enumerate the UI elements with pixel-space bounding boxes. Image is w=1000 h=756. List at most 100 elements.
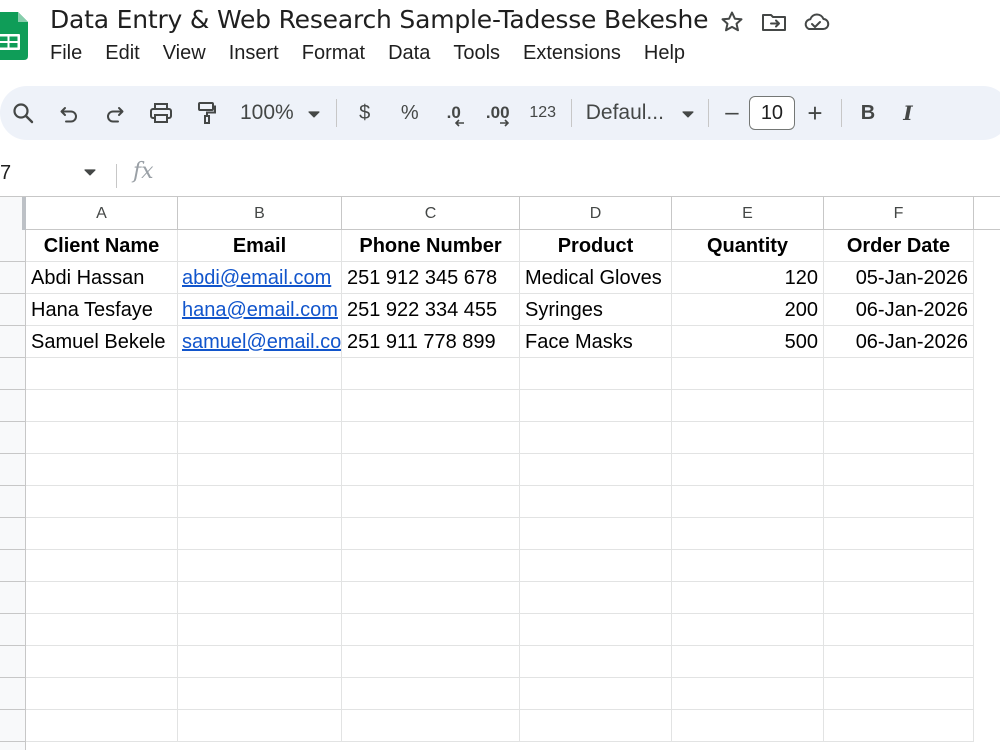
chevron-down-icon[interactable] bbox=[84, 164, 96, 182]
cell-client-name[interactable]: Hana Tesfaye bbox=[26, 294, 178, 326]
column-header-d[interactable]: D bbox=[520, 197, 672, 231]
empty-cell[interactable] bbox=[520, 582, 672, 614]
empty-cell[interactable] bbox=[824, 710, 974, 742]
row-header[interactable] bbox=[0, 230, 26, 262]
empty-cell[interactable] bbox=[824, 486, 974, 518]
empty-cell[interactable] bbox=[824, 614, 974, 646]
empty-cell[interactable] bbox=[824, 646, 974, 678]
empty-cell[interactable] bbox=[26, 390, 178, 422]
empty-cell[interactable] bbox=[342, 422, 520, 454]
empty-cell[interactable] bbox=[520, 422, 672, 454]
empty-cell[interactable] bbox=[178, 614, 342, 646]
column-header-f[interactable]: F bbox=[824, 197, 974, 231]
menu-view[interactable]: View bbox=[163, 40, 218, 67]
cell-order-date[interactable]: 05-Jan-2026 bbox=[824, 262, 974, 294]
italic-button[interactable]: I bbox=[888, 93, 928, 133]
empty-cell[interactable] bbox=[520, 390, 672, 422]
column-header-c[interactable]: C bbox=[342, 197, 520, 231]
column-header-a[interactable]: A bbox=[26, 197, 178, 231]
search-menus-icon[interactable] bbox=[0, 93, 46, 133]
header-cell-email[interactable]: Email bbox=[178, 230, 342, 262]
empty-cell[interactable] bbox=[342, 614, 520, 646]
empty-cell[interactable] bbox=[178, 358, 342, 390]
decrease-font-size-button[interactable]: – bbox=[715, 93, 749, 133]
format-currency-button[interactable]: $ bbox=[343, 93, 387, 133]
empty-cell[interactable] bbox=[26, 518, 178, 550]
select-all-corner[interactable] bbox=[0, 197, 26, 231]
empty-cell[interactable] bbox=[178, 550, 342, 582]
empty-cell[interactable] bbox=[26, 710, 178, 742]
move-to-folder-icon[interactable] bbox=[760, 8, 788, 36]
cell-quantity[interactable]: 200 bbox=[672, 294, 824, 326]
row-header[interactable] bbox=[0, 358, 26, 390]
zoom-select[interactable]: 100% bbox=[236, 93, 324, 133]
row-header[interactable] bbox=[0, 486, 26, 518]
menu-help[interactable]: Help bbox=[644, 40, 697, 67]
menu-format[interactable]: Format bbox=[302, 40, 377, 67]
row-header[interactable] bbox=[0, 294, 26, 326]
row-header[interactable] bbox=[0, 326, 26, 358]
empty-cell[interactable] bbox=[824, 518, 974, 550]
increase-font-size-button[interactable]: + bbox=[795, 93, 835, 133]
empty-cell[interactable] bbox=[342, 550, 520, 582]
empty-cell[interactable] bbox=[178, 518, 342, 550]
increase-decimal-button[interactable]: .00 bbox=[475, 93, 521, 133]
cell-product[interactable]: Face Masks bbox=[520, 326, 672, 358]
sheets-logo-icon[interactable] bbox=[0, 12, 28, 60]
row-header[interactable] bbox=[0, 454, 26, 486]
empty-cell[interactable] bbox=[178, 422, 342, 454]
header-cell-phone-number[interactable]: Phone Number bbox=[342, 230, 520, 262]
menu-tools[interactable]: Tools bbox=[453, 40, 512, 67]
cell-client-name[interactable]: Samuel Bekele bbox=[26, 326, 178, 358]
cell-email-link[interactable]: samuel@email.co bbox=[178, 326, 342, 358]
cloud-saved-icon[interactable] bbox=[802, 8, 830, 36]
cell-phone-number[interactable]: 251 911 778 899 bbox=[342, 326, 520, 358]
cell-quantity[interactable]: 120 bbox=[672, 262, 824, 294]
empty-cell[interactable] bbox=[672, 454, 824, 486]
cell-order-date[interactable]: 06-Jan-2026 bbox=[824, 326, 974, 358]
menu-file[interactable]: File bbox=[50, 40, 94, 67]
empty-cell[interactable] bbox=[672, 614, 824, 646]
row-header[interactable] bbox=[0, 582, 26, 614]
empty-cell[interactable] bbox=[342, 486, 520, 518]
empty-cell[interactable] bbox=[520, 550, 672, 582]
empty-cell[interactable] bbox=[26, 678, 178, 710]
empty-cell[interactable] bbox=[520, 678, 672, 710]
empty-cell[interactable] bbox=[520, 486, 672, 518]
empty-cell[interactable] bbox=[672, 678, 824, 710]
cell-phone-number[interactable]: 251 922 334 455 bbox=[342, 294, 520, 326]
empty-cell[interactable] bbox=[824, 422, 974, 454]
document-title[interactable]: Data Entry & Web Research Sample-Tadesse… bbox=[50, 5, 709, 34]
bold-button[interactable]: B bbox=[848, 93, 888, 133]
empty-cell[interactable] bbox=[824, 582, 974, 614]
more-formats-button[interactable]: 123 bbox=[521, 93, 565, 133]
empty-cell[interactable] bbox=[520, 614, 672, 646]
empty-cell[interactable] bbox=[824, 390, 974, 422]
font-select[interactable]: Defaul... bbox=[578, 93, 702, 133]
name-box[interactable]: 7 bbox=[0, 162, 11, 185]
empty-cell[interactable] bbox=[520, 710, 672, 742]
empty-cell[interactable] bbox=[520, 646, 672, 678]
cell-client-name[interactable]: Abdi Hassan bbox=[26, 262, 178, 294]
empty-cell[interactable] bbox=[342, 646, 520, 678]
row-header[interactable] bbox=[0, 422, 26, 454]
menu-extensions[interactable]: Extensions bbox=[523, 40, 633, 67]
empty-cell[interactable] bbox=[178, 454, 342, 486]
header-cell-client-name[interactable]: Client Name bbox=[26, 230, 178, 262]
empty-cell[interactable] bbox=[672, 550, 824, 582]
empty-cell[interactable] bbox=[26, 582, 178, 614]
column-header-b[interactable]: B bbox=[178, 197, 342, 231]
menu-insert[interactable]: Insert bbox=[229, 40, 291, 67]
empty-cell[interactable] bbox=[824, 358, 974, 390]
empty-cell[interactable] bbox=[26, 422, 178, 454]
empty-cell[interactable] bbox=[342, 710, 520, 742]
empty-cell[interactable] bbox=[520, 358, 672, 390]
empty-cell[interactable] bbox=[178, 710, 342, 742]
row-header[interactable] bbox=[0, 710, 26, 742]
empty-cell[interactable] bbox=[26, 454, 178, 486]
empty-cell[interactable] bbox=[342, 390, 520, 422]
empty-cell[interactable] bbox=[178, 646, 342, 678]
cell-email-link[interactable]: abdi@email.com bbox=[178, 262, 342, 294]
empty-cell[interactable] bbox=[342, 358, 520, 390]
row-header[interactable] bbox=[0, 646, 26, 678]
